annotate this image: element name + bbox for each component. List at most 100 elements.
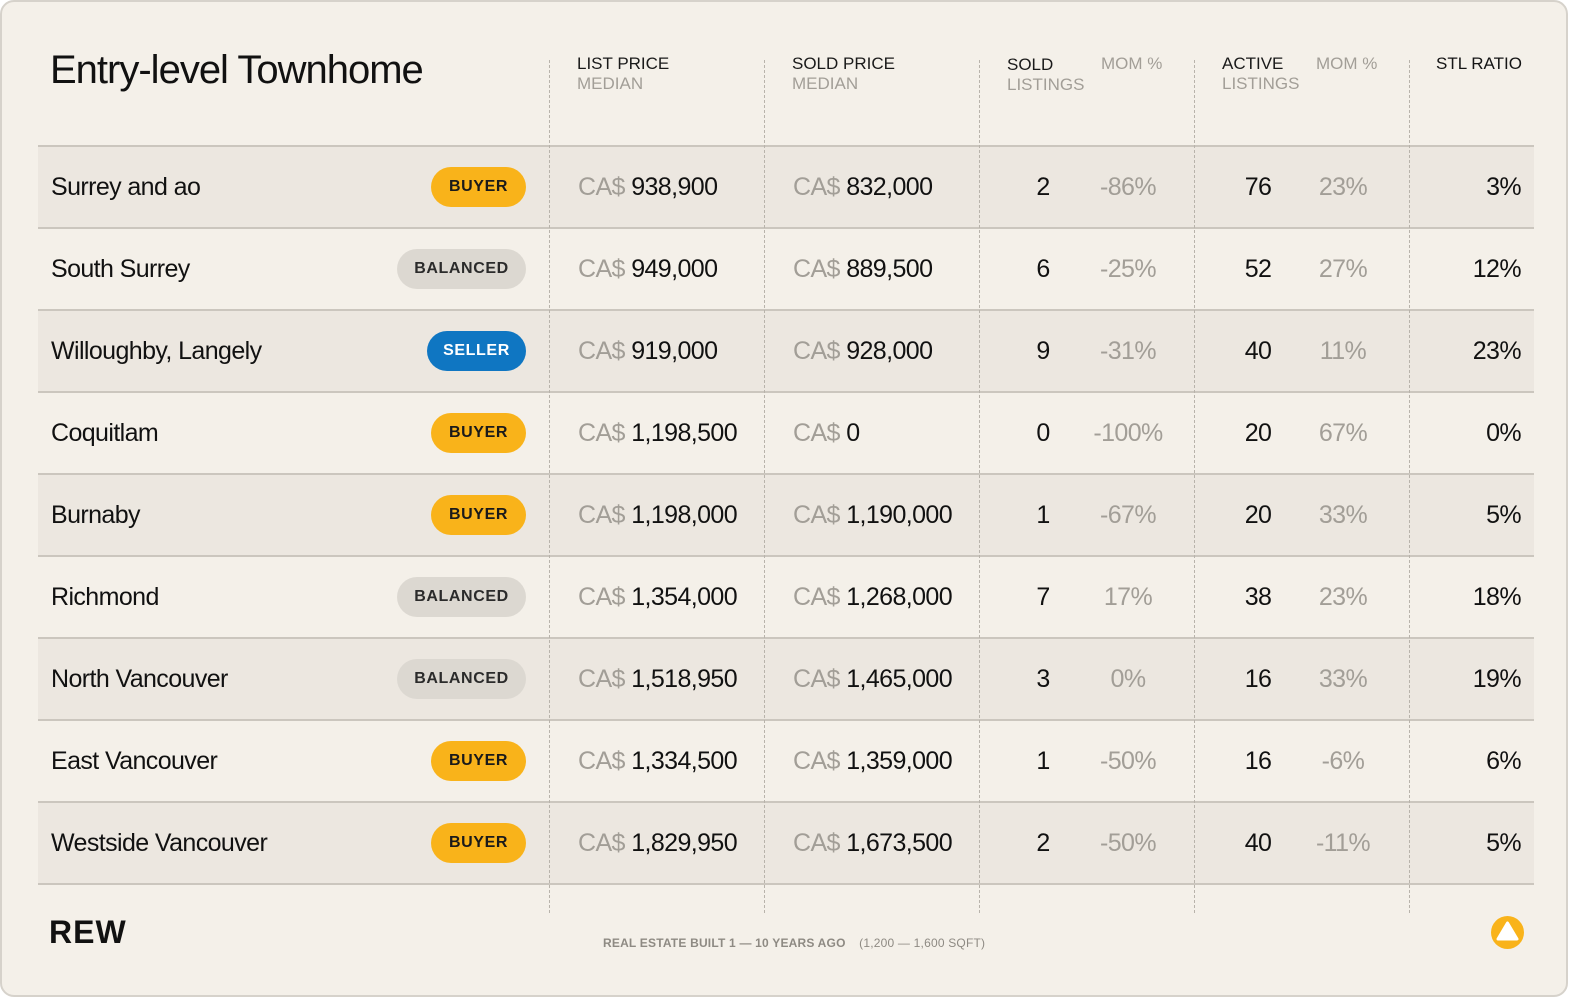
header-sold-price-line1: SOLD PRICE [792,54,895,73]
currency-label: CA$ [793,583,840,611]
header-sold-price-line2: MEDIAN [792,74,859,93]
area-name: Surrey and ao [51,173,201,201]
table-row: Coquitlam BUYER CA$ 1,198,500 CA$ 0 0 -100% 20… [38,391,1534,473]
area-name: Richmond [51,583,159,611]
header-sold-listings: SOLD LISTINGS [1007,55,1084,95]
currency-label: CA$ [578,747,625,775]
sold-mom-value: -25% [1100,255,1157,283]
footnote-sub: (1,200 — 1,600 SQFT) [859,936,986,950]
currency-label: CA$ [793,501,840,529]
table-row: Richmond BALANCED CA$ 1,354,000 CA$ 1,268,0… [38,555,1534,637]
area-name: East Vancouver [51,747,218,775]
stl-ratio-value: 23% [1472,337,1522,365]
currency-label: CA$ [578,665,625,693]
sold-listings-value: 3 [1036,665,1050,693]
active-listings-value: 40 [1244,829,1272,857]
header-sold-listings-line1: SOLD [1007,55,1054,74]
sold-price-cell: CA$ 889,500 [793,229,933,309]
currency-label: CA$ [793,173,840,201]
active-mom-value: -6% [1321,747,1365,775]
stl-ratio-value: 0% [1486,419,1522,447]
table-row: North Vancouver BALANCED CA$ 1,518,950 CA$ … [38,637,1534,719]
sold-mom-value: -100% [1093,419,1163,447]
active-mom-value: 67% [1318,419,1368,447]
currency-label: CA$ [578,829,625,857]
active-mom-value: 27% [1318,255,1368,283]
area-name: Coquitlam [51,419,159,447]
market-badge: BUYER [431,413,526,453]
sold-mom-value: -50% [1100,747,1157,775]
currency-label: CA$ [793,255,840,283]
list-price-cell: CA$ 1,518,950 [578,639,738,719]
column-divider [1409,60,1410,913]
currency-label: CA$ [578,501,625,529]
active-mom-value: 23% [1318,583,1368,611]
market-badge: BUYER [431,495,526,535]
active-mom-value: 33% [1318,665,1368,693]
active-listings-value: 16 [1244,747,1272,775]
sold-price-value: 889,500 [846,255,933,283]
active-listings-value: 52 [1244,255,1272,283]
sold-price-cell: CA$ 1,673,500 [793,803,953,883]
market-badge: SELLER [427,331,526,371]
sold-mom-value: -31% [1100,337,1157,365]
list-price-cell: CA$ 938,900 [578,147,718,227]
sold-price-cell: CA$ 832,000 [793,147,933,227]
sold-listings-value: 1 [1036,501,1050,529]
market-badge: BUYER [431,741,526,781]
sold-listings-value: 6 [1036,255,1050,283]
market-table: Surrey and ao BUYER CA$ 938,900 CA$ 832,000… [38,145,1534,885]
currency-label: CA$ [578,173,625,201]
sold-price-value: 0 [846,419,860,447]
table-row: South Surrey BALANCED CA$ 949,000 CA$ 889,5… [38,227,1534,309]
sold-listings-value: 0 [1036,419,1050,447]
stl-ratio-value: 3% [1486,173,1522,201]
sold-price-value: 928,000 [846,337,933,365]
list-price-value: 1,198,500 [631,419,738,447]
list-price-value: 1,829,950 [631,829,738,857]
list-price-value: 1,354,000 [631,583,738,611]
header-active-listings-line2: LISTINGS [1222,74,1300,93]
stl-ratio-value: 5% [1486,501,1522,529]
sold-listings-value: 2 [1036,173,1050,201]
footnote-main: REAL ESTATE BUILT 1 — 10 YEARS AGO [603,936,846,950]
sold-mom-value: -86% [1100,173,1157,201]
currency-label: CA$ [578,337,625,365]
header-sold-mom: MOM % [1101,54,1163,73]
list-price-value: 1,518,950 [631,665,738,693]
column-divider [549,60,550,913]
sold-price-value: 832,000 [846,173,933,201]
sold-price-cell: CA$ 1,465,000 [793,639,953,719]
active-mom-value: 33% [1318,501,1368,529]
list-price-value: 1,334,500 [631,747,738,775]
table-row: Westside Vancouver BUYER CA$ 1,829,950 CA$ … [38,801,1534,885]
list-price-value: 1,198,000 [631,501,738,529]
stl-ratio-value: 18% [1472,583,1522,611]
market-badge: BUYER [431,823,526,863]
table-row: Willoughby, Langely SELLER CA$ 919,000 CA$ … [38,309,1534,391]
active-listings-value: 16 [1244,665,1272,693]
sold-price-cell: CA$ 928,000 [793,311,933,391]
currency-label: CA$ [793,419,840,447]
column-divider [979,60,980,913]
column-divider [1194,60,1195,913]
header-active-mom: MOM % [1316,54,1378,73]
sold-mom-value: 0% [1110,665,1147,693]
area-name: Willoughby, Langely [51,337,262,365]
header-list-price-line2: MEDIAN [577,74,644,93]
list-price-cell: CA$ 1,334,500 [578,721,738,801]
list-price-cell: CA$ 1,354,000 [578,557,738,637]
market-report-card: Entry-level Townhome LIST PRICE MEDIAN S… [0,0,1568,997]
list-price-value: 949,000 [631,255,718,283]
list-price-value: 919,000 [631,337,718,365]
page-title: Entry-level Townhome [50,48,424,92]
currency-label: CA$ [793,665,840,693]
active-listings-value: 40 [1244,337,1272,365]
active-mom-value: -11% [1315,829,1371,857]
active-mom-value: 23% [1318,173,1368,201]
sold-price-value: 1,359,000 [846,747,953,775]
sold-listings-value: 2 [1036,829,1050,857]
sold-price-cell: CA$ 1,190,000 [793,475,953,555]
active-listings-value: 20 [1244,419,1272,447]
sold-mom-value: -50% [1100,829,1157,857]
